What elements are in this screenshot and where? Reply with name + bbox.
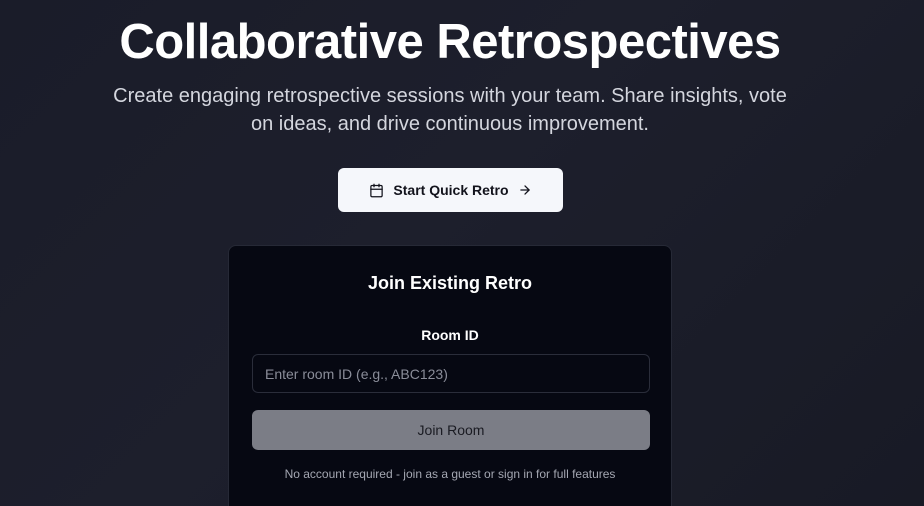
arrow-right-icon [518, 183, 532, 197]
room-id-label: Room ID [421, 327, 479, 343]
calendar-icon [369, 183, 384, 198]
room-id-input[interactable] [252, 354, 650, 393]
join-room-button[interactable]: Join Room [252, 410, 650, 450]
guest-note: No account required - join as a guest or… [284, 467, 616, 481]
join-retro-card: Join Existing Retro Room ID Join Room No… [228, 245, 672, 506]
page-title: Collaborative Retrospectives [119, 15, 781, 69]
start-quick-retro-label: Start Quick Retro [393, 182, 509, 198]
start-quick-retro-button[interactable]: Start Quick Retro [338, 168, 563, 212]
join-card-title: Join Existing Retro [367, 273, 533, 293]
page-subtitle: Create engaging retrospective sessions w… [113, 85, 787, 135]
